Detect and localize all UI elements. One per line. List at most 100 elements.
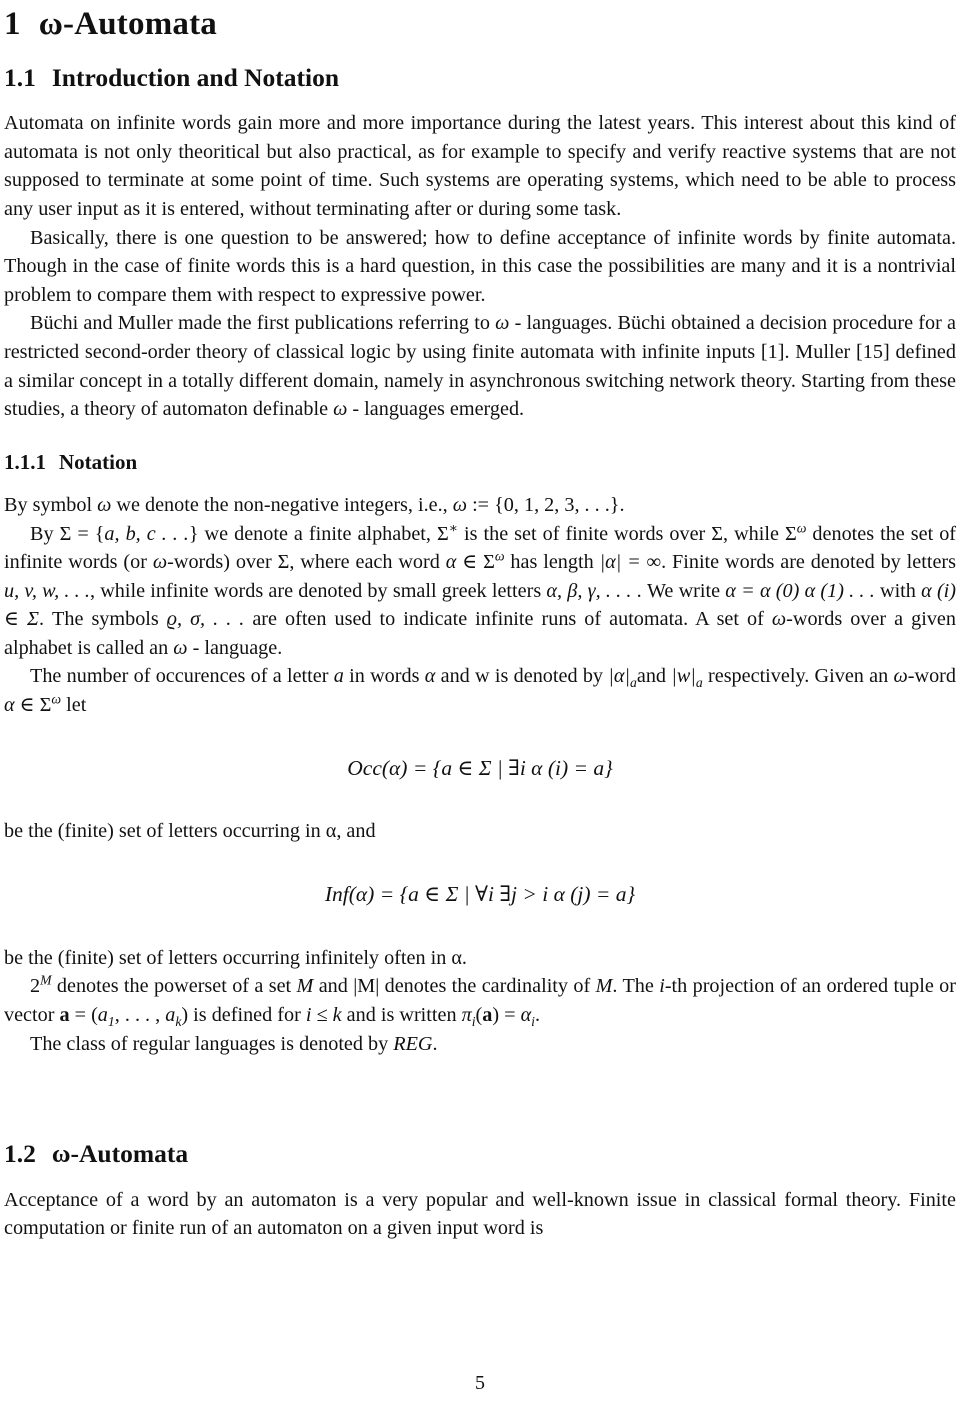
notation2-text-o: are often used to indicate infinite runs… <box>244 608 772 631</box>
w-abs: |w| <box>671 665 696 688</box>
sigma-omega: Σω <box>40 691 62 716</box>
alpha-count: |α|a <box>608 665 637 689</box>
notation2-text-b: = { <box>71 522 105 545</box>
notation2-text-l: . We write <box>631 579 726 602</box>
occ-text-c: and w is denoted by <box>435 665 609 688</box>
alphabet-letters: a, b, c . . . <box>104 522 189 545</box>
run-symbols: ϱ, σ, . . . <box>166 608 245 631</box>
omega-superscript: ω <box>494 548 505 564</box>
paragraph-automata-1: Acceptance of a word by an automaton is … <box>4 1188 956 1240</box>
subsubsection-title: Notation <box>59 449 138 474</box>
powerset-text-c: and |M| denotes the cardinality of <box>313 975 596 998</box>
paragraph-after-occ: be the (finite) set of letters occurring… <box>4 820 376 843</box>
omega-symbol: ω <box>173 636 188 659</box>
occ-text-e: respectively. Given an <box>702 665 894 688</box>
occ-text-d: and <box>636 665 672 688</box>
omega-symbol: ω <box>452 493 468 516</box>
occ-text-g: let <box>61 694 87 717</box>
alpha-symbol: α <box>445 551 457 574</box>
subsection-heading-1-2: 1.2 ω-Automata <box>4 1120 956 1168</box>
subsubsection-heading-1-1-1: 1.1.1 Notation <box>4 450 956 474</box>
notation-text-b: we denote the non-negative integers, i.e… <box>111 493 453 516</box>
notation2-text-m: with <box>874 579 922 602</box>
powerset-text-k: ) = <box>492 1004 521 1027</box>
omega-symbol: ω <box>495 312 510 335</box>
powerset-text-end: . <box>534 1004 541 1027</box>
alpha-i: αi <box>520 1004 535 1028</box>
paragraph-intro-1: Automata on infinite words gain more and… <box>4 112 956 221</box>
paragraph-powerset: 2M denotes the powerset of a set M and |… <box>4 972 956 1029</box>
notation2-text-h: , where each word <box>289 551 446 574</box>
powerset-text-g: , . . . , <box>114 1004 166 1027</box>
vector-a: a <box>59 1004 70 1027</box>
document-page: 1 ω-Automata 1.1 Introduction and Notation… <box>0 0 960 1413</box>
section-title: ω-Automata <box>38 6 217 42</box>
i-leq-k: i ≤ k <box>305 1004 342 1027</box>
alpha-symbol: α <box>424 665 436 688</box>
paragraph-notation-line-1: By symbol ω we denote the non-negative i… <box>4 491 956 520</box>
sigma-symbol: Σ <box>784 522 797 545</box>
reg-symbol: REG <box>393 1032 433 1055</box>
subscript-1: 1 <box>107 1014 115 1030</box>
pi-symbol: π <box>461 1004 472 1027</box>
sigma-symbol: Σ <box>59 522 72 545</box>
notation2-text-d: is the set of finite words over <box>458 522 712 545</box>
paragraph-regular-languages: The class of regular languages is denote… <box>4 1030 956 1059</box>
reg-text-b: . <box>432 1032 438 1055</box>
alpha-symbol: α <box>520 1004 532 1027</box>
paragraph-occurrences: The number of occurences of a letter a i… <box>4 665 956 717</box>
finite-word-letters: u, v, w, . . . <box>4 579 90 602</box>
sigma-symbol: Σ <box>436 522 449 545</box>
omega-symbol: ω <box>333 398 348 421</box>
sigma-omega: Σω <box>784 519 807 545</box>
powerset-text-h: ) is defined for <box>181 1004 306 1027</box>
equation-inf: Inf(α) = {a ∈ Σ | ∀i ∃j > i α (j) = a} <box>324 882 636 907</box>
notation2-text-e: , while <box>723 522 785 545</box>
omega-symbol: ω <box>97 493 112 516</box>
set-M: M <box>296 975 314 998</box>
two-base: 2 <box>30 975 41 998</box>
notation2-text-c: } we denote a finite alphabet, <box>188 522 437 545</box>
sigma-star: Σ∗ <box>436 520 458 545</box>
omega-symbol: ω <box>152 551 168 574</box>
notation-text-a: By symbol <box>4 493 98 516</box>
powerset-text-b: denotes the powerset of a set <box>51 975 297 998</box>
notation2-text-n: . The symbols <box>38 608 167 631</box>
sigma-omega: Σω <box>483 548 505 574</box>
equation-occ: Occ(α) = {a ∈ Σ | ∃i α (i) = a} <box>347 755 613 780</box>
omega-set-definition: := {0, 1, 2, 3, . . .}. <box>472 493 625 516</box>
powerset-text-f: = ( <box>69 1004 98 1027</box>
subsection-number: 1.2 <box>4 1139 36 1169</box>
powerset-text-i: and is written <box>341 1004 462 1027</box>
omega-symbol: ω <box>893 665 908 688</box>
subscript-a: a <box>695 675 703 691</box>
sigma-symbol: Σ <box>711 522 724 545</box>
pi-projection: πi <box>461 1004 476 1028</box>
tuple-ak: ak <box>165 1004 181 1028</box>
paragraph-after-inf: be the (finite) set of letters occurring… <box>4 946 467 969</box>
alpha-length: |α| = ∞ <box>599 551 662 574</box>
notation2-text-i: has length <box>504 551 600 574</box>
notation2-text-k: , while infinite words are denoted by sm… <box>89 579 547 602</box>
omega-superscript: ω <box>796 519 807 535</box>
occ-text-f: -word <box>907 665 956 688</box>
paragraph-intro-2: Basically, there is one question to be a… <box>4 226 956 306</box>
subsection-number: 1.1 <box>4 62 36 92</box>
subsection-title: Introduction and Notation <box>51 62 340 92</box>
powerset-text-d: . The <box>612 975 660 998</box>
letter-a: a <box>333 665 344 688</box>
omega-superscript: ω <box>51 691 62 707</box>
subscript-a: a <box>630 675 637 691</box>
page-number: 5 <box>475 1372 485 1394</box>
w-count: |w|a <box>671 665 702 689</box>
sigma-symbol: Σ <box>483 551 495 574</box>
greek-letters: α, β, γ, . . . <box>546 579 632 602</box>
omega-symbol: ω <box>771 608 787 631</box>
subsection-heading-1-1: 1.1 Introduction and Notation <box>4 44 956 92</box>
intro3-text-c: - languages emerged. <box>347 398 525 421</box>
